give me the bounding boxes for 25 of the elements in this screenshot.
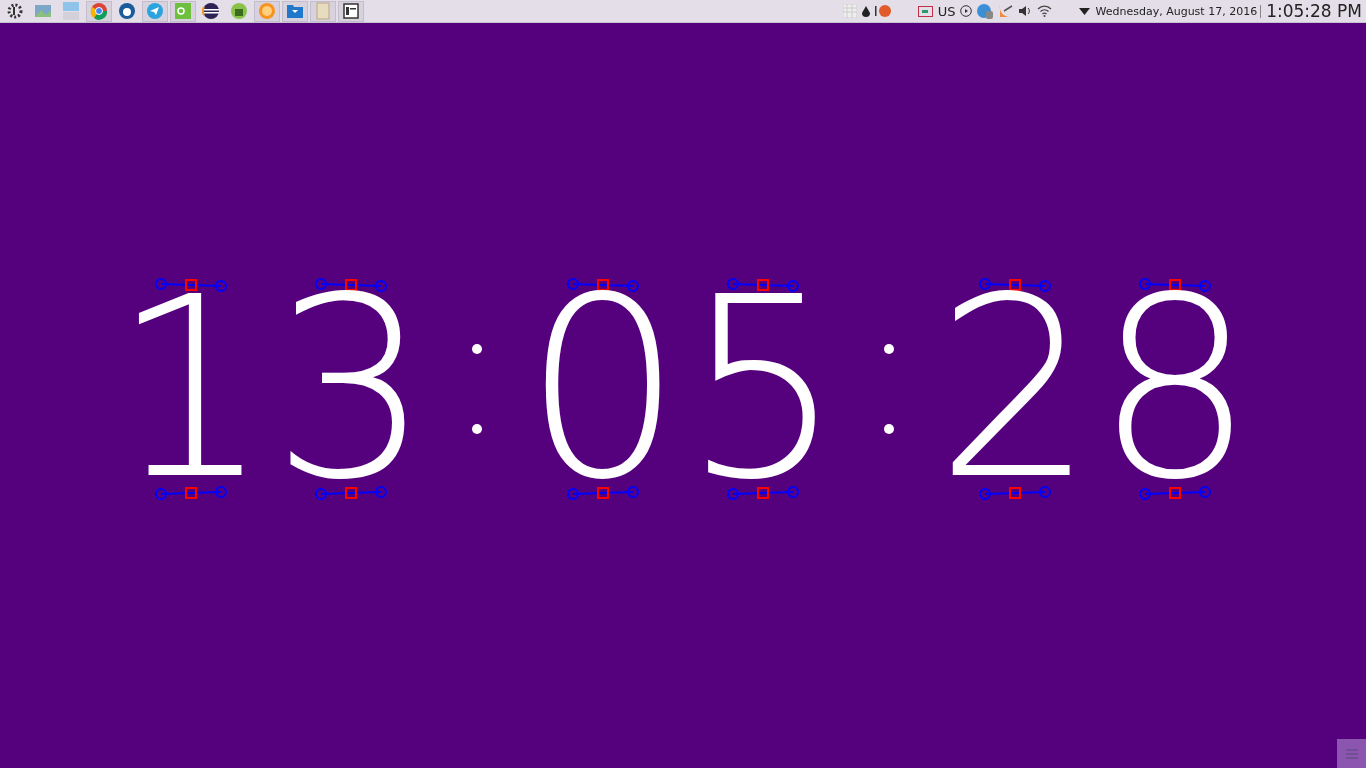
window-list-icon [342, 2, 360, 20]
folder-icon [286, 2, 304, 20]
clock-time[interactable]: 1:05:28 PM [1266, 1, 1362, 21]
wifi-icon[interactable] [1037, 5, 1053, 17]
screen-icon[interactable] [917, 5, 933, 17]
clock-digit: 1 [111, 293, 271, 484]
keyboard-layout-indicator[interactable]: US [937, 3, 956, 19]
paper-plane-icon [146, 2, 164, 20]
kde-logo-icon [6, 2, 24, 20]
eclipse-icon [202, 2, 220, 20]
record-dot-icon[interactable] [874, 4, 891, 18]
clock-digit: 5 [683, 293, 843, 484]
colon-dots-icon [883, 342, 895, 435]
launcher-button[interactable] [338, 0, 364, 22]
colon-dots-icon [471, 342, 483, 435]
browser-icon [90, 2, 108, 20]
window-preview-icon [62, 2, 80, 20]
note-icon [314, 2, 332, 20]
menu-icon [1345, 748, 1358, 759]
drop-icon[interactable] [861, 5, 870, 17]
play-circle-icon[interactable] [960, 5, 973, 17]
volume-icon[interactable] [1019, 5, 1033, 17]
date-label: Wednesday, August 17, 2016 [1095, 4, 1262, 18]
landscape-image-icon [34, 2, 52, 20]
dropdown-caret-icon[interactable] [1079, 7, 1091, 15]
